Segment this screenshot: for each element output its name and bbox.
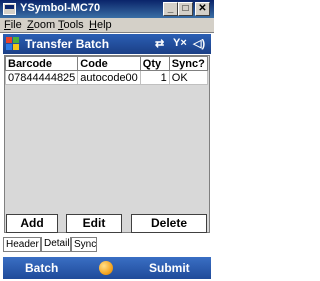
window-title: YSymbol-MC70 (20, 2, 101, 14)
column-header-sync[interactable]: Sync? (168, 56, 208, 71)
table-row[interactable]: 07844444825 autocode00 1 OK (4, 70, 208, 85)
add-button[interactable]: Add (6, 214, 58, 233)
batch-table[interactable]: Barcode Code Qty Sync? 07844444825 autoc… (4, 56, 208, 85)
signal-icon[interactable]: Y× (173, 37, 187, 49)
app-title: Transfer Batch (25, 37, 110, 51)
windows-start-icon[interactable] (6, 37, 20, 51)
app-window-icon (3, 3, 16, 15)
tab-detail[interactable]: Detail (41, 237, 71, 252)
menu-bar: File Zoom Tools Help (0, 18, 214, 33)
softkey-submit[interactable]: Submit (149, 261, 190, 275)
column-header-barcode[interactable]: Barcode (4, 56, 79, 71)
delete-button[interactable]: Delete (131, 214, 207, 233)
menu-zoom[interactable]: Zoom (27, 19, 55, 31)
cell-sync: OK (168, 70, 208, 85)
close-button[interactable]: ✕ (195, 2, 210, 16)
edit-button[interactable]: Edit (66, 214, 122, 233)
menu-file[interactable]: File (4, 19, 22, 31)
app-title-bar: Transfer Batch ⇄ Y× ◁) (3, 34, 211, 54)
volume-icon[interactable]: ◁) (193, 37, 205, 50)
connectivity-icon[interactable]: ⇄ (155, 37, 164, 50)
cell-code: autocode00 (77, 70, 141, 85)
tab-sync[interactable]: Sync (71, 237, 97, 252)
column-header-code[interactable]: Code (77, 56, 141, 71)
softkey-batch[interactable]: Batch (25, 261, 58, 275)
window-titlebar: YSymbol-MC70 _ □ ✕ (0, 0, 214, 18)
table-header-row: Barcode Code Qty Sync? (4, 56, 208, 71)
column-header-qty[interactable]: Qty (139, 56, 170, 71)
tab-header[interactable]: Header (3, 237, 41, 252)
cell-barcode: 07844444825 (4, 70, 79, 85)
sip-orb-icon[interactable] (99, 261, 113, 275)
cell-qty: 1 (139, 70, 170, 85)
maximize-button[interactable]: □ (178, 2, 193, 16)
softkey-bar: Batch Submit (3, 257, 211, 279)
minimize-button[interactable]: _ (163, 2, 178, 16)
menu-help[interactable]: Help (89, 19, 112, 31)
menu-tools[interactable]: Tools (58, 19, 84, 31)
